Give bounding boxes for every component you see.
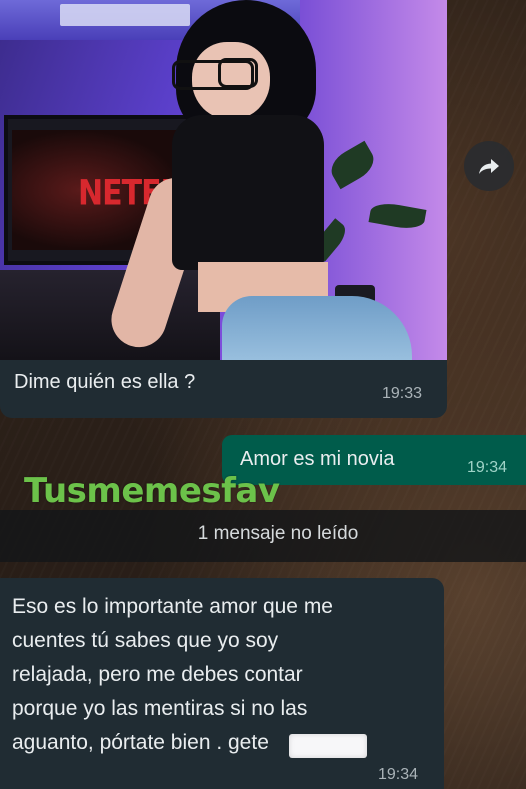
message-timestamp: 19:34 — [378, 766, 419, 783]
photo-cabinet — [0, 270, 220, 360]
incoming-image-message[interactable]: NETFL — [0, 0, 447, 418]
watermark-text: Tusmemesfav — [24, 471, 280, 511]
message-timestamp: 19:33 — [382, 385, 423, 402]
incoming-message-text: Eso es lo importante amor que me cuentes… — [12, 595, 333, 754]
forward-button[interactable] — [464, 141, 514, 191]
forward-arrow-icon — [479, 159, 499, 174]
message-timestamp: 19:34 — [467, 459, 508, 476]
photo-jeans — [222, 296, 412, 360]
unread-divider-label: 1 mensaje no leído — [197, 523, 359, 544]
photo-shirt — [172, 115, 324, 270]
photo-glasses — [218, 58, 258, 88]
image-caption: Dime quién es ella ? — [14, 371, 196, 393]
redaction-scribble — [289, 734, 367, 758]
message-photo[interactable]: NETFL — [0, 0, 447, 360]
outgoing-message-text: Amor es mi novia — [240, 448, 395, 470]
photo-shelf — [60, 4, 190, 26]
